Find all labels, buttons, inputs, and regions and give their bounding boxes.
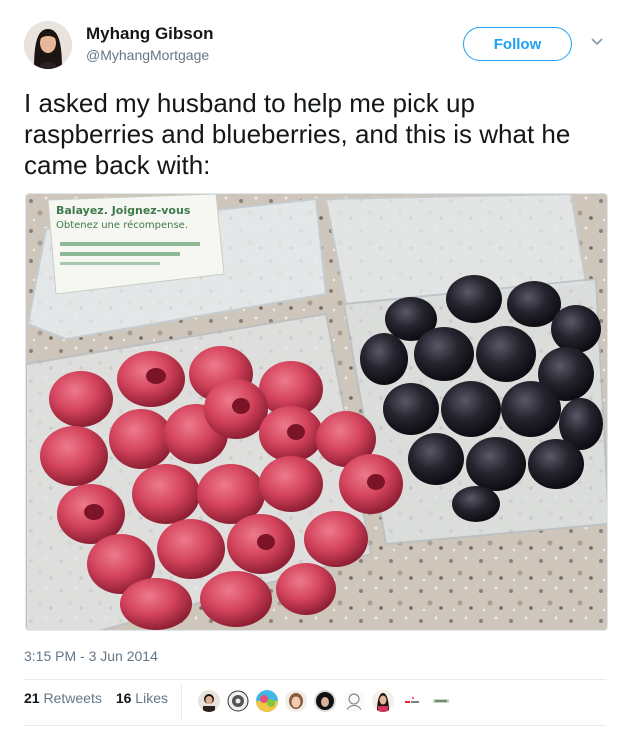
tweet-photo[interactable]: Balayez. Joignez-vous Obtenez une récomp… [25, 193, 608, 631]
user-avatar[interactable] [24, 21, 72, 69]
likers-row [198, 690, 459, 712]
chevron-down-icon[interactable] [590, 36, 604, 48]
divider-top [24, 679, 606, 680]
user-name[interactable]: Myhang Gibson [86, 24, 214, 44]
liker-avatar[interactable] [343, 690, 365, 712]
likes-label: Likes [135, 690, 168, 706]
tweet-timestamp[interactable]: 3:15 PM - 3 Jun 2014 [24, 648, 158, 664]
retweets-stat[interactable]: 21 Retweets [24, 690, 102, 706]
tweet-text: I asked my husband to help me pick up ra… [24, 88, 571, 180]
retweets-count: 21 [24, 690, 40, 706]
liker-avatar[interactable] [285, 690, 307, 712]
liker-avatar[interactable] [401, 690, 423, 712]
divider-bottom [24, 725, 606, 726]
liker-avatar[interactable] [372, 690, 394, 712]
likes-stat[interactable]: 16 Likes [116, 690, 168, 706]
retweets-label: Retweets [43, 690, 102, 706]
tweet-stats: 21 Retweets 16 Likes [24, 690, 182, 706]
liker-avatar[interactable] [227, 690, 249, 712]
liker-avatar[interactable] [256, 690, 278, 712]
follow-button[interactable]: Follow [463, 27, 572, 61]
label-line-1: Balayez. Joignez-vous [56, 204, 191, 217]
liker-avatar[interactable] [198, 690, 220, 712]
stats-separator [181, 684, 182, 720]
liker-avatar[interactable] [430, 690, 452, 712]
user-handle[interactable]: @MyhangMortgage [86, 47, 209, 63]
label-line-2: Obtenez une récompense. [56, 219, 188, 231]
tweet-header: Myhang Gibson @MyhangMortgage Follow [0, 0, 625, 80]
likes-count: 16 [115, 690, 132, 706]
liker-avatar[interactable] [314, 690, 336, 712]
